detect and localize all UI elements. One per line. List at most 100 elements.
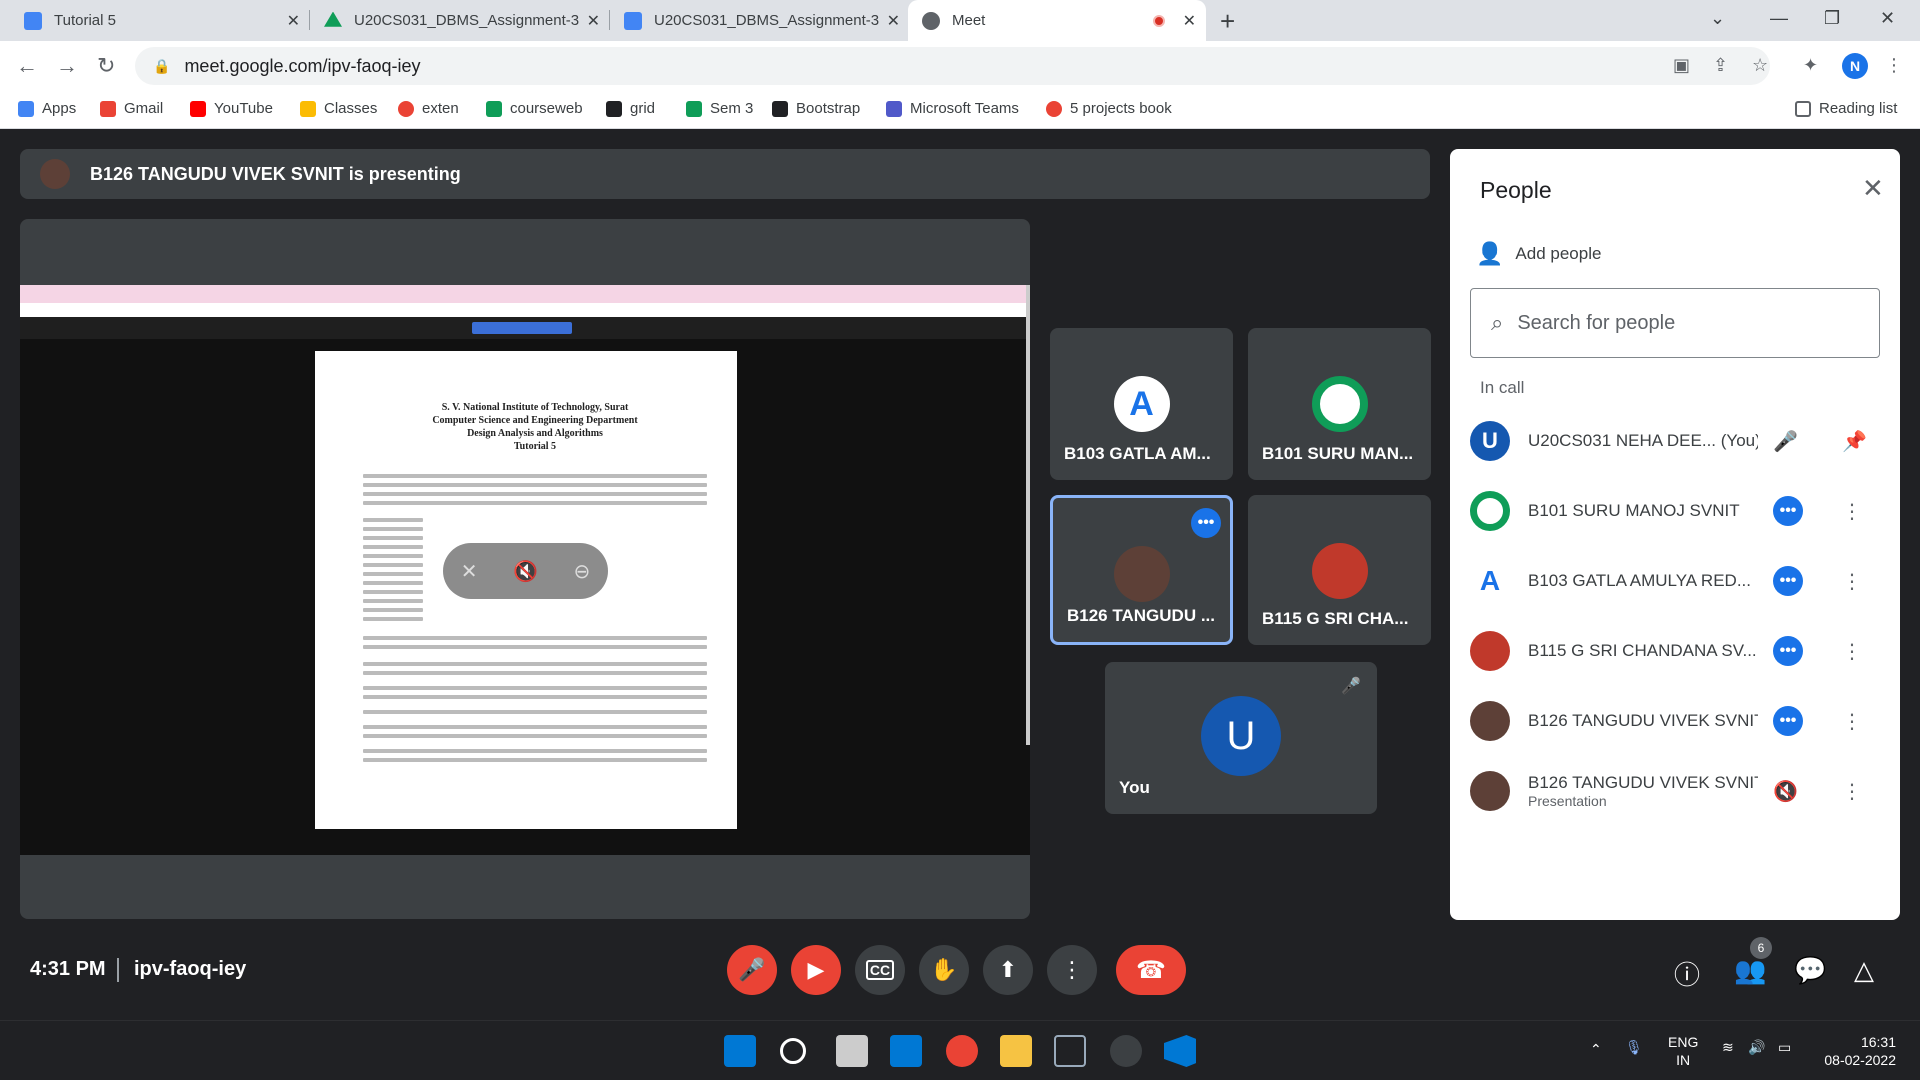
participant-tile-presenter[interactable]: ••• B126 TANGUDU ... xyxy=(1050,495,1233,645)
start-icon[interactable] xyxy=(724,1035,756,1067)
participant-row[interactable]: U U20CS031 NEHA DEE... (You) 🎤 📌 xyxy=(1470,411,1880,471)
bookmark-gmail[interactable]: Gmail xyxy=(100,100,163,117)
maximize-button[interactable]: ❐ xyxy=(1824,8,1840,29)
meeting-details-icon[interactable]: ⓘ xyxy=(1674,955,1700,992)
close-icon[interactable]: ✕ xyxy=(1183,11,1196,31)
share-icon[interactable]: ⇪ xyxy=(1713,55,1728,76)
window-close-button[interactable]: ✕ xyxy=(1880,8,1895,29)
search-icon[interactable] xyxy=(780,1038,806,1064)
reload-button[interactable]: ↻ xyxy=(97,53,115,79)
avatar xyxy=(1311,543,1368,599)
pin-icon[interactable]: 📌 xyxy=(1842,429,1867,454)
language-indicator[interactable]: ENG IN xyxy=(1668,1033,1698,1069)
participant-row-presentation[interactable]: B126 TANGUDU VIVEK SVNIT Presentation 🔇 … xyxy=(1470,761,1880,821)
windows-taskbar: ⌃ 🎙 ENG IN ≋ 🔊 ▭ 16:31 08-02-2022 xyxy=(0,1020,1920,1080)
mic-in-use-icon[interactable]: 🎙 xyxy=(1625,1039,1643,1056)
profile-avatar[interactable]: N xyxy=(1842,53,1868,79)
tab-dbms-assignment-docs[interactable]: U20CS031_DBMS_Assignment-3 ✕ xyxy=(610,0,910,41)
more-options-icon[interactable]: ⋮ xyxy=(1842,709,1862,734)
chrome-profile-icon[interactable] xyxy=(1110,1035,1142,1067)
opera-icon xyxy=(398,100,414,117)
chrome-icon[interactable] xyxy=(946,1035,978,1067)
participant-row[interactable]: B126 TANGUDU VIVEK SVNIT ••• ⋮ xyxy=(1470,691,1880,751)
mute-icon[interactable]: 🔇 xyxy=(513,559,538,584)
bookmark-star-icon[interactable]: ☆ xyxy=(1752,55,1768,76)
present-button[interactable]: ⬆ xyxy=(983,945,1033,995)
recording-icon xyxy=(1152,14,1165,27)
add-people-button[interactable]: 👤 Add people xyxy=(1476,241,1601,267)
vscode-icon[interactable] xyxy=(1164,1035,1196,1067)
more-options-icon[interactable]: ⋮ xyxy=(1842,639,1862,664)
apps-grid-icon xyxy=(18,100,34,117)
camera-blocked-icon[interactable]: ▣ xyxy=(1673,55,1690,76)
bookmark-classes[interactable]: Classes xyxy=(300,100,377,117)
participant-tile[interactable]: A B103 GATLA AM... xyxy=(1050,328,1233,480)
volume-icon[interactable]: 🔊 xyxy=(1748,1039,1765,1056)
search-people-input[interactable]: ⌕ Search for people xyxy=(1470,288,1880,358)
participant-tile[interactable]: B115 G SRI CHA... xyxy=(1248,495,1431,645)
mic-toggle-button[interactable]: 🎤 xyxy=(727,945,777,995)
bookmark-5-projects-book[interactable]: 5 projects book xyxy=(1046,100,1172,117)
participant-row[interactable]: A B103 GATLA AMULYA RED... ••• ⋮ xyxy=(1470,551,1880,611)
participant-tile[interactable]: B101 SURU MAN... xyxy=(1248,328,1431,480)
more-options-icon[interactable]: ⋮ xyxy=(1842,779,1862,804)
close-icon[interactable]: ✕ xyxy=(887,11,900,31)
new-tab-button[interactable]: + xyxy=(1220,6,1235,37)
virtualbox-icon[interactable] xyxy=(1054,1035,1086,1067)
wifi-icon[interactable]: ≋ xyxy=(1722,1039,1734,1056)
battery-icon[interactable]: ▭ xyxy=(1778,1039,1791,1056)
meet-logo-avatar xyxy=(1311,376,1368,432)
forward-button[interactable]: → xyxy=(56,53,78,79)
tab-tutorial-5[interactable]: Tutorial 5 ✕ xyxy=(10,0,310,41)
close-icon[interactable]: ✕ xyxy=(287,11,300,31)
meeting-code: ipv-faoq-iey xyxy=(134,958,247,980)
leave-call-button[interactable]: ☎ xyxy=(1116,945,1186,995)
back-button[interactable]: ← xyxy=(16,53,38,79)
bookmark-grid[interactable]: grid xyxy=(606,100,655,117)
menu-dots-icon[interactable]: ⋮ xyxy=(1885,55,1903,76)
chat-icon[interactable]: 💬 xyxy=(1794,955,1826,986)
self-tile[interactable]: U 🎤 You xyxy=(1105,662,1377,814)
bookmark-apps[interactable]: Apps xyxy=(18,100,76,117)
close-panel-button[interactable]: ✕ xyxy=(1862,173,1884,204)
bookmark-bootstrap[interactable]: Bootstrap xyxy=(772,100,860,117)
bookmark-sem3[interactable]: Sem 3 xyxy=(686,100,753,117)
more-options-icon[interactable]: ⋮ xyxy=(1842,499,1862,524)
mic-off-icon: 🎤 xyxy=(1773,430,1798,453)
tab-meet[interactable]: Meet ✕ xyxy=(908,0,1206,41)
raise-hand-button[interactable]: ✋ xyxy=(919,945,969,995)
captions-button[interactable]: CC xyxy=(855,945,905,995)
participant-row[interactable]: B115 G SRI CHANDANA SV... ••• ⋮ xyxy=(1470,621,1880,681)
docs-icon xyxy=(624,11,642,30)
reading-list-button[interactable]: Reading list xyxy=(1795,100,1897,117)
people-panel: People ✕ 👤 Add people ⌕ Search for peopl… xyxy=(1450,149,1900,920)
more-options-icon[interactable]: ••• xyxy=(1191,508,1221,538)
stage-scrollbar[interactable] xyxy=(1026,285,1030,745)
system-clock[interactable]: 16:31 08-02-2022 xyxy=(1816,1033,1896,1069)
file-explorer-icon[interactable] xyxy=(1000,1035,1032,1067)
more-options-button[interactable]: ⋮ xyxy=(1047,945,1097,995)
audio-level-icon: ••• xyxy=(1773,706,1803,736)
people-icon[interactable]: 👥 xyxy=(1734,955,1766,986)
camera-toggle-button[interactable]: ▶ xyxy=(791,945,841,995)
youtube-icon xyxy=(190,100,206,117)
tab-search-icon[interactable]: ⌄ xyxy=(1710,8,1725,29)
extensions-icon[interactable]: ✦ xyxy=(1803,55,1818,76)
activities-icon[interactable]: △ xyxy=(1854,955,1874,986)
shared-browser-tabs xyxy=(20,285,1030,303)
minimize-button[interactable]: — xyxy=(1770,8,1788,29)
chevron-up-icon[interactable]: ⌃ xyxy=(1590,1041,1602,1058)
bookmark-courseweb[interactable]: courseweb xyxy=(486,100,583,117)
participant-row[interactable]: B101 SURU MANOJ SVNIT ••• ⋮ xyxy=(1470,481,1880,541)
more-options-icon[interactable]: ⋮ xyxy=(1842,569,1862,594)
remove-icon[interactable]: ⊖ xyxy=(573,559,590,584)
bookmark-microsoft-teams[interactable]: Microsoft Teams xyxy=(886,100,1019,117)
close-icon[interactable]: ✕ xyxy=(587,11,600,31)
task-view-icon[interactable] xyxy=(836,1035,868,1067)
bookmark-youtube[interactable]: YouTube xyxy=(190,100,273,117)
tab-dbms-assignment-drive[interactable]: U20CS031_DBMS_Assignment-3. ✕ xyxy=(310,0,610,41)
bookmark-exten[interactable]: exten xyxy=(398,100,459,117)
pin-off-icon[interactable]: ✕ xyxy=(461,559,478,584)
address-bar[interactable]: 🔒 meet.google.com/ipv-faoq-iey xyxy=(135,47,1770,85)
widgets-icon[interactable] xyxy=(890,1035,922,1067)
